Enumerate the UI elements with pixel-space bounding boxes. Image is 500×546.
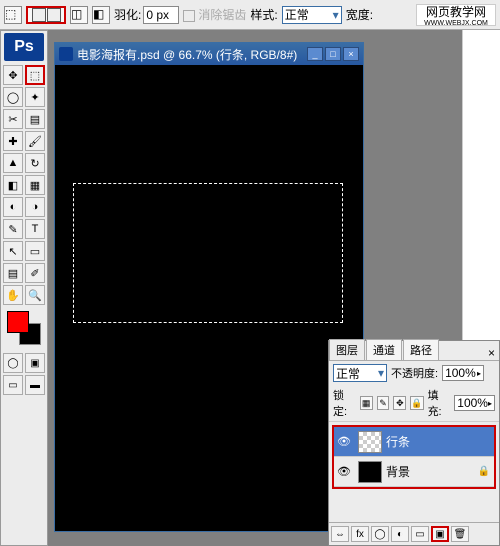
title-bar: 电影海报有.psd @ 66.7% (行条, RGB/8#) _ □ × — [55, 43, 363, 65]
opacity-label: 不透明度: — [391, 365, 438, 381]
minimize-button[interactable]: _ — [307, 47, 323, 61]
style-select[interactable]: 正常 — [282, 6, 342, 24]
screenmode-icon[interactable]: ▣ — [25, 353, 45, 373]
close-button[interactable]: × — [343, 47, 359, 61]
selection-subtract-icon — [47, 8, 61, 22]
gradient-tool[interactable]: ▦ — [25, 175, 45, 195]
style-label: 样式: — [250, 6, 277, 23]
type-tool[interactable]: T — [25, 219, 45, 239]
selection-add-icon — [32, 8, 46, 22]
lasso-tool[interactable]: ◯ — [3, 87, 23, 107]
layer-name[interactable]: 背景 — [386, 463, 410, 480]
lock-pos-icon[interactable]: ✥ — [393, 396, 406, 410]
pen-tool[interactable]: ✎ — [3, 219, 23, 239]
opacity-value: 100% — [445, 366, 476, 380]
watermark-text: 网页教学网 — [426, 3, 486, 20]
marquee-tool[interactable]: ⬚ — [25, 65, 45, 85]
notes-tool[interactable]: ▤ — [3, 263, 23, 283]
selection-new-icon[interactable]: ⬚ — [4, 6, 22, 24]
stamp-tool[interactable]: ▲ — [3, 153, 23, 173]
side-whitespace — [462, 30, 500, 360]
blur-tool[interactable]: ◐ — [3, 197, 23, 217]
group-icon[interactable]: ▭ — [411, 526, 429, 542]
path-tool[interactable]: ↖ — [3, 241, 23, 261]
move-tool[interactable]: ✥ — [3, 65, 23, 85]
feather-label: 羽化: — [114, 6, 141, 23]
mode-full-icon[interactable]: ▬ — [25, 375, 45, 395]
link-layers-icon[interactable]: ⇔ — [331, 526, 349, 542]
layer-row[interactable]: 👁 背景 🔒 — [334, 457, 494, 487]
adjustment-icon[interactable]: ◐ — [391, 526, 409, 542]
layer-name[interactable]: 行条 — [386, 433, 410, 450]
feather-control: 羽化: — [114, 6, 179, 24]
dodge-tool[interactable]: ◑ — [25, 197, 45, 217]
layer-list: 👁 行条 👁 背景 🔒 — [332, 425, 496, 489]
fill-label: 填充: — [428, 387, 451, 419]
quickmask-icon[interactable]: ◯ — [3, 353, 23, 373]
lock-paint-icon[interactable]: ✎ — [377, 396, 390, 410]
new-layer-icon[interactable]: ▣ — [431, 526, 449, 542]
eraser-tool[interactable]: ◧ — [3, 175, 23, 195]
doc-icon — [59, 47, 73, 61]
tab-layers[interactable]: 图层 — [329, 339, 365, 360]
zoom-tool[interactable]: 🔍 — [25, 285, 45, 305]
selection-overlap-icon[interactable]: ◧ — [92, 6, 110, 24]
style-value: 正常 — [285, 6, 309, 23]
layers-panel: 图层 通道 路径 × 正常 不透明度: 100% 锁定: ▦ ✎ ✥ 🔒 填充:… — [328, 340, 500, 546]
watermark-url: WWW.WEBJX.COM — [424, 20, 488, 27]
blend-mode-select[interactable]: 正常 — [333, 364, 387, 382]
brush-tool[interactable]: 🖌 — [25, 131, 45, 151]
fill-input[interactable]: 100% — [454, 395, 495, 411]
history-brush-tool[interactable]: ↻ — [25, 153, 45, 173]
blend-mode-value: 正常 — [336, 365, 360, 382]
layer-thumbnail[interactable] — [358, 461, 382, 483]
width-label: 宽度: — [346, 6, 373, 23]
crop-tool[interactable]: ✂ — [3, 109, 23, 129]
delete-layer-icon[interactable]: 🗑 — [451, 526, 469, 542]
lock-icon: 🔒 — [478, 466, 490, 477]
color-swatch[interactable] — [5, 311, 43, 345]
heal-tool[interactable]: ✚ — [3, 131, 23, 151]
tab-paths[interactable]: 路径 — [403, 339, 439, 360]
layer-thumbnail[interactable] — [358, 431, 382, 453]
visibility-icon[interactable]: 👁 — [334, 435, 354, 448]
layer-row[interactable]: 👁 行条 — [334, 427, 494, 457]
shape-tool[interactable]: ▭ — [25, 241, 45, 261]
antialias-checkbox: 消除锯齿 — [183, 6, 246, 23]
panel-tabs: 图层 通道 路径 × — [329, 341, 499, 361]
selection-marquee — [73, 183, 343, 323]
feather-input[interactable] — [143, 6, 179, 24]
lock-all-icon[interactable]: 🔒 — [410, 396, 423, 410]
opacity-input[interactable]: 100% — [442, 365, 484, 381]
hand-tool[interactable]: ✋ — [3, 285, 23, 305]
slice-tool[interactable]: ▤ — [25, 109, 45, 129]
layer-list-empty — [329, 492, 499, 522]
eyedropper-tool[interactable]: ✐ — [25, 263, 45, 283]
wand-tool[interactable]: ✦ — [25, 87, 45, 107]
mask-icon[interactable]: ◯ — [371, 526, 389, 542]
panel-menu-icon[interactable]: × — [484, 346, 499, 360]
watermark: 网页教学网 WWW.WEBJX.COM — [416, 4, 496, 26]
antialias-label: 消除锯齿 — [198, 8, 246, 22]
selection-mode-group[interactable] — [26, 6, 66, 24]
document-title: 电影海报有.psd @ 66.7% (行条, RGB/8#) — [77, 46, 297, 63]
ps-logo: Ps — [4, 33, 44, 61]
visibility-icon[interactable]: 👁 — [334, 465, 354, 478]
selection-intersect-icon[interactable]: ◫ — [70, 6, 88, 24]
foreground-color[interactable] — [7, 311, 29, 333]
tab-channels[interactable]: 通道 — [366, 339, 402, 360]
toolbox: Ps ✥ ⬚ ◯ ✦ ✂ ▤ ✚ 🖌 ▲ ↻ ◧ ▦ ◐ ◑ ✎ T ↖ ▭ ▤… — [0, 30, 48, 546]
maximize-button[interactable]: □ — [325, 47, 341, 61]
fill-value: 100% — [457, 396, 488, 410]
document-window: 电影海报有.psd @ 66.7% (行条, RGB/8#) _ □ × — [54, 42, 364, 532]
mode-std-icon[interactable]: ▭ — [3, 375, 23, 395]
lock-trans-icon[interactable]: ▦ — [360, 396, 373, 410]
fx-icon[interactable]: fx — [351, 526, 369, 542]
layers-footer: ⇔ fx ◯ ◐ ▭ ▣ 🗑 — [329, 522, 499, 545]
lock-label: 锁定: — [333, 387, 356, 419]
